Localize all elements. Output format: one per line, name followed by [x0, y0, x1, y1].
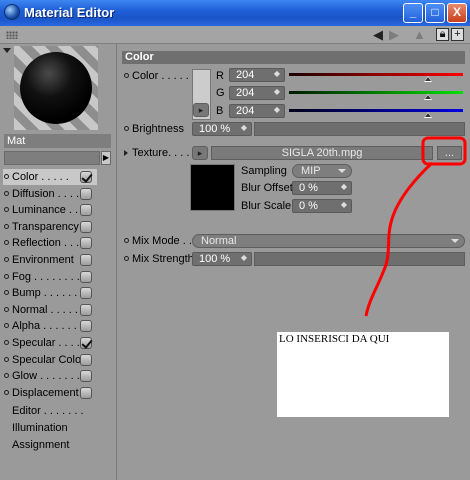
highlight-rectangle	[421, 136, 467, 166]
annotation-arrow-line	[364, 161, 434, 317]
annotation-text: LO INSERISCI DA QUI	[279, 333, 390, 345]
